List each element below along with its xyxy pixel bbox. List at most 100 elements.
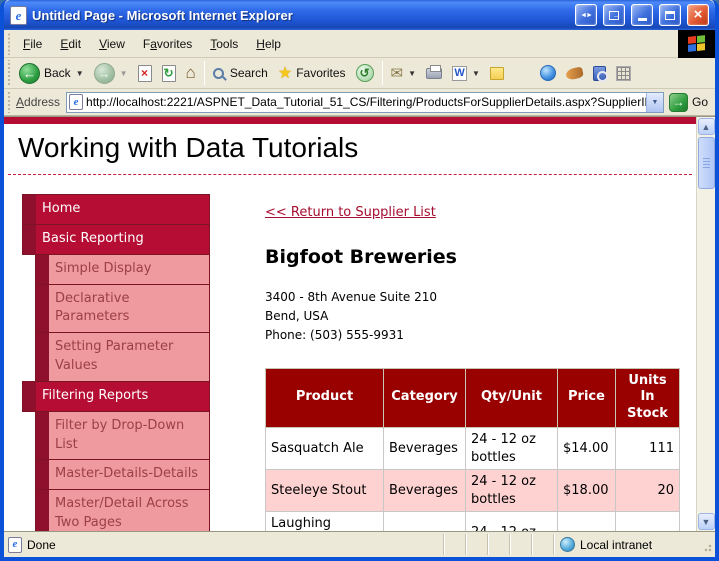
sidebar-item[interactable]: Basic Reporting	[22, 224, 210, 255]
sidebar-item-accent	[36, 460, 49, 489]
sidebar-item[interactable]: Filter by Drop-Down List	[35, 411, 210, 461]
discuss-button[interactable]	[485, 60, 509, 87]
pop-out-icon	[609, 11, 619, 20]
edit-dropdown-arrow[interactable]: ▼	[472, 69, 480, 78]
sidebar-item[interactable]: Home	[22, 194, 210, 225]
sidebar-item-label: Home	[36, 195, 209, 224]
windows-logo-throbber	[678, 30, 715, 58]
pop-out-button[interactable]	[603, 4, 625, 26]
maximize-icon	[665, 11, 675, 20]
fragments-button[interactable]	[611, 60, 636, 87]
scrollbar-thumb[interactable]	[698, 137, 715, 189]
close-button[interactable]: ×	[687, 4, 709, 26]
minimize-button[interactable]	[631, 4, 653, 26]
menu-tools[interactable]: Tools	[201, 33, 247, 55]
edit-with-word-button[interactable]: W ▼	[447, 60, 485, 87]
sidebar-item[interactable]: Master-Details-Details	[35, 459, 210, 490]
history-button[interactable]: ↺	[351, 60, 379, 87]
supplier-address-line: Bend, USA	[265, 307, 680, 326]
status-pane	[443, 534, 465, 555]
grid-icon	[616, 66, 631, 81]
menu-help[interactable]: Help	[247, 33, 290, 55]
menu-file[interactable]: File	[14, 33, 51, 55]
cell-price: $14.00	[558, 512, 616, 531]
stop-button[interactable]: ×	[133, 60, 157, 87]
menu-bar-grip[interactable]	[6, 32, 11, 55]
sidebar-item[interactable]: Declarative Parameters	[35, 284, 210, 334]
cell-price: $14.00	[558, 428, 616, 470]
address-bar: Address e http://localhost:2221/ASPNET_D…	[4, 89, 715, 116]
menu-favorites[interactable]: Favorites	[134, 33, 201, 55]
discuss-note-icon	[490, 67, 504, 80]
back-dropdown-arrow[interactable]: ▼	[76, 69, 84, 78]
address-field[interactable]: e http://localhost:2221/ASPNET_Data_Tuto…	[66, 92, 664, 113]
sidebar-item-label: Declarative Parameters	[49, 285, 209, 333]
windows-flag-icon	[688, 35, 705, 52]
cell-product: Sasquatch Ale	[266, 428, 384, 470]
search-icon	[213, 68, 224, 79]
sidebar-item-accent	[36, 333, 49, 381]
page-top-accent-bar	[4, 117, 696, 124]
title-bar: e Untitled Page - Microsoft Internet Exp…	[4, 0, 715, 30]
stop-icon: ×	[138, 65, 152, 82]
address-bar-grip[interactable]	[6, 91, 11, 113]
addon-button[interactable]	[561, 60, 588, 87]
scroll-down-button[interactable]: ▼	[698, 513, 715, 530]
browser-viewport: Working with Data Tutorials HomeBasic Re…	[4, 116, 715, 531]
forward-dropdown-arrow[interactable]: ▼	[120, 69, 128, 78]
research-icon	[593, 66, 606, 81]
home-button[interactable]: ⌂	[181, 60, 201, 87]
url-favicon: e	[69, 94, 83, 110]
favorites-star-icon: ★	[278, 63, 292, 83]
back-icon: ←	[19, 63, 40, 84]
address-label: Address	[14, 95, 66, 109]
resize-grip[interactable]	[703, 532, 715, 557]
sidebar-item[interactable]: Master/Detail Across Two Pages	[35, 489, 210, 531]
favorites-label: Favorites	[296, 66, 345, 80]
mail-button[interactable]: ✉ ▼	[386, 60, 422, 87]
mail-dropdown-arrow[interactable]: ▼	[408, 69, 416, 78]
cell-qty_unit: 24 - 12 oz bottles	[466, 428, 558, 470]
sidebar-item-accent	[36, 255, 49, 284]
sidebar-item[interactable]: Simple Display	[35, 254, 210, 285]
return-to-supplier-list-link[interactable]: << Return to Supplier List	[265, 205, 436, 220]
cell-units_in_stock: 20	[616, 470, 680, 512]
favorites-button[interactable]: ★ Favorites	[273, 60, 351, 87]
cell-units_in_stock: 52	[616, 512, 680, 531]
status-pane	[509, 534, 531, 555]
cell-category: Beverages	[384, 428, 466, 470]
sidebar-item-accent	[36, 412, 49, 460]
toolbar-grip[interactable]	[6, 60, 11, 86]
messenger-button[interactable]	[535, 60, 561, 87]
word-icon: W	[452, 66, 467, 81]
research-button[interactable]	[588, 60, 611, 87]
sidebar-item[interactable]: Filtering Reports	[22, 381, 210, 412]
supplier-address-block: 3400 - 8th Avenue Suite 210 Bend, USA Ph…	[265, 288, 680, 346]
address-dropdown-button[interactable]: ▼	[646, 93, 663, 112]
menu-edit[interactable]: Edit	[51, 33, 90, 55]
search-button[interactable]: Search	[208, 60, 273, 87]
maximize-button[interactable]	[659, 4, 681, 26]
close-icon: ×	[694, 7, 703, 22]
sidebar-item-accent	[36, 490, 49, 531]
scroll-up-button[interactable]: ▲	[698, 118, 715, 135]
cell-qty_unit: 24 - 12 oz bottles	[466, 470, 558, 512]
url-text[interactable]: http://localhost:2221/ASPNET_Data_Tutori…	[86, 95, 646, 109]
forward-button[interactable]: → ▼	[89, 60, 133, 87]
mail-icon: ✉	[391, 64, 404, 82]
resize-horizontal-button[interactable]: ◄►	[575, 4, 597, 26]
sidebar-item-label: Filtering Reports	[36, 382, 209, 411]
sidebar-item[interactable]: Setting Parameter Values	[35, 332, 210, 382]
refresh-button[interactable]: ↻	[157, 60, 181, 87]
vertical-scrollbar[interactable]: ▲ ▼	[696, 117, 715, 531]
sidebar-item-label: Setting Parameter Values	[49, 333, 209, 381]
print-button[interactable]	[421, 60, 447, 87]
go-button[interactable]: → Go	[664, 93, 715, 112]
page-title: Working with Data Tutorials	[4, 124, 696, 174]
back-button[interactable]: ← Back ▼	[14, 60, 89, 87]
sidebar-item-label: Master/Detail Across Two Pages	[49, 490, 209, 531]
sidebar-item-accent	[36, 285, 49, 333]
search-label: Search	[230, 66, 268, 80]
window-title: Untitled Page - Microsoft Internet Explo…	[32, 8, 569, 23]
menu-view[interactable]: View	[90, 33, 134, 55]
